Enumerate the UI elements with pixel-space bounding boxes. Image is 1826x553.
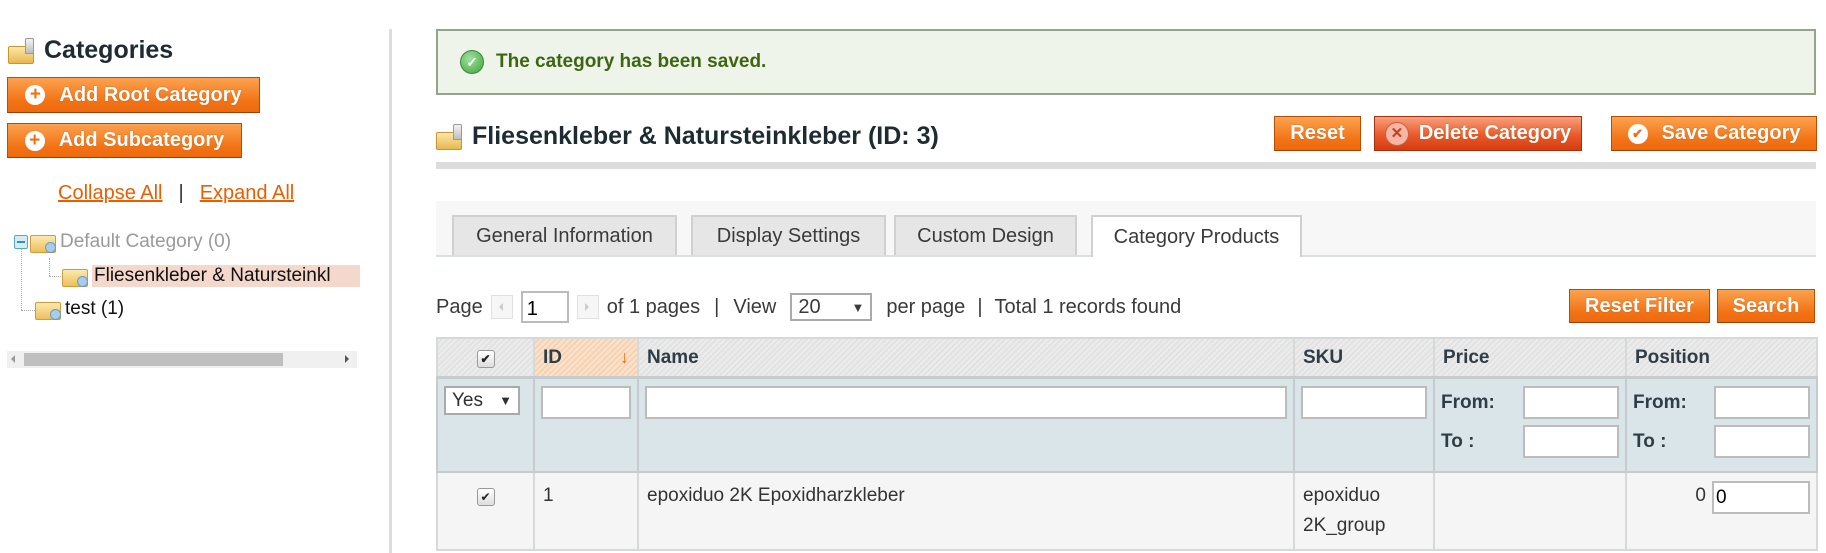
plus-icon: + xyxy=(25,85,46,105)
add-subcategory-button[interactable]: + Add Subcategory xyxy=(7,123,242,158)
select-all-header[interactable]: ✔ xyxy=(436,337,535,379)
folder-icon xyxy=(35,298,61,320)
reset-button[interactable]: Reset xyxy=(1274,116,1361,151)
next-page-icon[interactable] xyxy=(576,295,599,319)
tree-controls: Collapse All | Expand All xyxy=(58,182,295,204)
check-icon: ✔ xyxy=(1627,123,1648,144)
panel-divider xyxy=(389,29,392,553)
expand-all-link[interactable]: Expand All xyxy=(200,182,295,204)
scrollbar-thumb[interactable] xyxy=(24,353,283,366)
plus-icon: + xyxy=(24,130,45,151)
tree-node-test[interactable]: test (1) xyxy=(35,295,124,323)
dropdown-arrow-icon: ▼ xyxy=(851,299,865,315)
success-check-icon: ✓ xyxy=(460,50,484,74)
table-row[interactable]: ✔ 1 epoxiduo 2K Epoxidharzkleber epoxidu… xyxy=(436,471,1818,551)
folder-icon xyxy=(62,265,88,287)
price-from-input[interactable] xyxy=(1523,386,1619,419)
search-button[interactable]: Search xyxy=(1717,289,1815,323)
scroll-right-arrow-icon[interactable] xyxy=(345,355,349,363)
grid-filter-row: Yes ▼ From: To : From: To : xyxy=(436,376,1818,473)
pager: Page of 1 pages | View 20▼ per page | To… xyxy=(436,290,1181,324)
header-divider xyxy=(436,162,1816,169)
cell-position: 0 xyxy=(1625,471,1818,551)
tab-general-information[interactable]: General Information xyxy=(452,215,677,255)
dropdown-arrow-icon: ▼ xyxy=(499,393,512,408)
sku-filter-input[interactable] xyxy=(1301,386,1427,419)
previous-page-icon[interactable] xyxy=(490,295,513,319)
success-message: ✓ The category has been saved. xyxy=(436,29,1816,95)
per-page-select[interactable]: 20 ▼ xyxy=(790,293,873,321)
id-filter-input[interactable] xyxy=(541,386,631,419)
folder-icon xyxy=(436,123,462,150)
tree-node-fliesenkleber[interactable]: Fliesenkleber & Natursteinkl xyxy=(62,262,360,290)
tree-line xyxy=(49,258,50,276)
collapse-toggle-icon[interactable] xyxy=(14,235,28,249)
column-header-name[interactable]: Name xyxy=(637,337,1295,379)
tree-node-default-category[interactable]: Default Category (0) xyxy=(14,228,231,256)
products-grid: ✔ ID ↓ Name SKU Price Position Yes ▼ From:… xyxy=(436,337,1818,551)
folder-icon xyxy=(8,37,34,64)
tab-category-products[interactable]: Category Products xyxy=(1091,215,1302,257)
add-root-category-button[interactable]: + Add Root Category xyxy=(7,77,260,113)
column-header-position[interactable]: Position xyxy=(1625,337,1818,379)
column-header-id[interactable]: ID ↓ xyxy=(533,337,639,379)
position-from-input[interactable] xyxy=(1714,386,1810,419)
page-title: Fliesenkleber & Natursteinkleber (ID: 3) xyxy=(436,122,939,151)
row-checkbox[interactable]: ✔ xyxy=(476,488,495,506)
cell-price xyxy=(1433,471,1627,551)
scroll-left-arrow-icon[interactable] xyxy=(11,355,15,363)
tree-line xyxy=(21,310,35,311)
column-header-price[interactable]: Price xyxy=(1433,337,1627,379)
cell-name: epoxiduo 2K Epoxidharzkleber xyxy=(637,471,1295,551)
save-category-button[interactable]: ✔ Save Category xyxy=(1611,116,1817,151)
delete-x-icon: ✕ xyxy=(1384,121,1409,146)
folder-icon xyxy=(30,231,56,253)
cell-id: 1 xyxy=(533,471,639,551)
select-all-checkbox[interactable]: ✔ xyxy=(476,349,495,368)
grid-header-row: ✔ ID ↓ Name SKU Price Position xyxy=(436,337,1818,379)
delete-category-button[interactable]: ✕ Delete Category xyxy=(1374,116,1582,151)
sort-desc-arrow-icon: ↓ xyxy=(620,346,629,367)
tree-line xyxy=(49,276,63,277)
page-number-input[interactable] xyxy=(520,291,569,323)
collapse-all-link[interactable]: Collapse All xyxy=(58,182,163,204)
in-category-filter-select[interactable]: Yes ▼ xyxy=(444,386,520,415)
tree-horizontal-scrollbar[interactable] xyxy=(7,351,357,368)
position-input[interactable] xyxy=(1712,481,1810,514)
tab-custom-design[interactable]: Custom Design xyxy=(894,215,1077,255)
reset-filter-button[interactable]: Reset Filter xyxy=(1569,289,1710,323)
categories-title: Categories xyxy=(8,36,173,65)
name-filter-input[interactable] xyxy=(645,386,1287,419)
position-to-input[interactable] xyxy=(1714,425,1810,458)
price-to-input[interactable] xyxy=(1523,425,1619,458)
tab-display-settings[interactable]: Display Settings xyxy=(691,215,886,255)
cell-sku: epoxiduo 2K_group xyxy=(1293,471,1435,551)
column-header-sku[interactable]: SKU xyxy=(1293,337,1435,379)
